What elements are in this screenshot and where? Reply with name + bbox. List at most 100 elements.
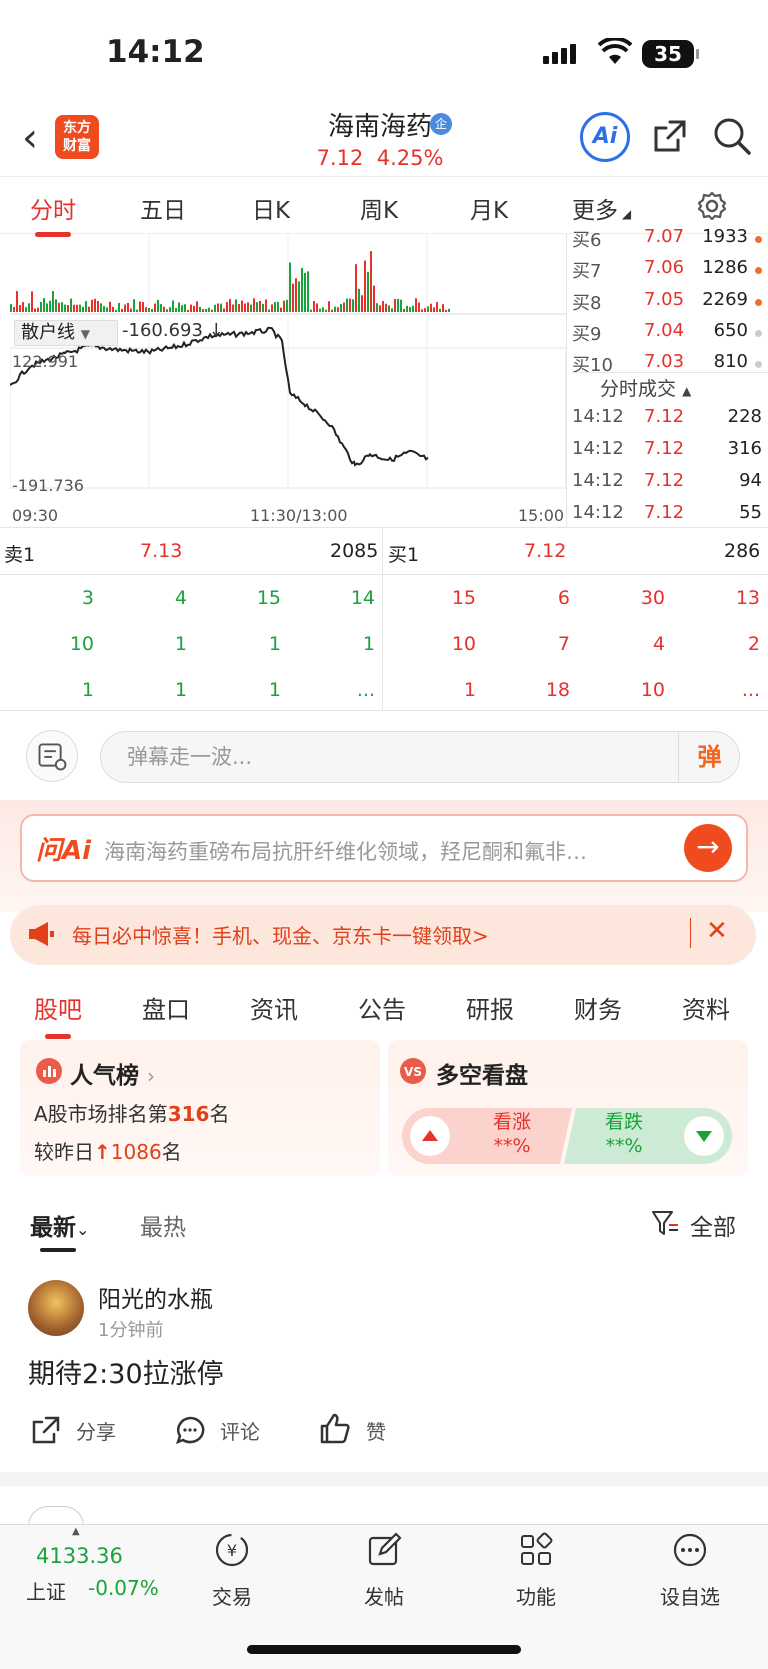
ask1-label: 卖1 bbox=[4, 544, 36, 566]
volume-bar bbox=[151, 309, 153, 312]
popularity-title[interactable]: 人气榜 › bbox=[70, 1056, 155, 1090]
volume-bar bbox=[241, 300, 243, 312]
danmu-settings-icon[interactable] bbox=[26, 730, 78, 782]
volume-bar bbox=[247, 302, 249, 312]
close-icon[interactable]: ✕ bbox=[706, 916, 728, 946]
filter-icon[interactable] bbox=[650, 1208, 680, 1238]
volume-bar bbox=[265, 299, 267, 312]
share-icon[interactable] bbox=[650, 116, 690, 156]
volume-bar bbox=[382, 301, 384, 312]
volume-bar bbox=[268, 309, 270, 312]
index-name[interactable]: 上证 bbox=[26, 1576, 66, 1605]
bull-label-group[interactable]: 看涨 **% bbox=[482, 1110, 542, 1158]
avatar[interactable] bbox=[28, 1280, 84, 1336]
indicator-selector[interactable]: 散户线 ▼ bbox=[14, 320, 118, 346]
volume-bar bbox=[319, 308, 321, 312]
tab-research[interactable]: 研报 bbox=[466, 990, 514, 1025]
queue-cell: 1 bbox=[268, 633, 281, 655]
search-icon[interactable] bbox=[712, 116, 752, 156]
tab-more[interactable]: 更多 ◢ bbox=[572, 191, 631, 225]
tab-daily-k[interactable]: 日K bbox=[252, 191, 290, 225]
volume-bar bbox=[316, 303, 318, 312]
feed-tab-hot[interactable]: 最热 bbox=[140, 1208, 186, 1242]
intraday-chart[interactable] bbox=[10, 234, 566, 524]
tick-row: 14:12 7.12 94 bbox=[572, 470, 762, 500]
yuan-exchange-icon: ¥ bbox=[215, 1533, 249, 1567]
queue-cell: 1 bbox=[362, 633, 375, 655]
feed-tab-latest[interactable]: 最新⌄ bbox=[30, 1208, 89, 1242]
volume-bar bbox=[13, 307, 15, 312]
volume-bar bbox=[364, 260, 366, 312]
volume-bar bbox=[253, 298, 255, 312]
volume-bars bbox=[10, 251, 450, 312]
volume-bar bbox=[412, 305, 414, 312]
ask1-volume: 2085 bbox=[330, 540, 379, 562]
tab-news[interactable]: 资讯 bbox=[250, 990, 298, 1025]
volume-bar bbox=[442, 304, 444, 312]
comment-button[interactable]: 评论 bbox=[220, 1416, 260, 1445]
eastmoney-logo[interactable]: 东方 财富 bbox=[55, 115, 99, 159]
tab-finance[interactable]: 财务 bbox=[574, 990, 622, 1025]
volume-bar bbox=[244, 303, 246, 312]
bid-dot bbox=[755, 299, 762, 306]
volume-bar bbox=[157, 299, 159, 312]
cellular-signal-icon bbox=[543, 44, 579, 64]
volume-bar bbox=[94, 298, 96, 312]
tab-monthly-k[interactable]: 月K bbox=[470, 191, 508, 225]
indicator-name: 散户线 bbox=[21, 322, 75, 343]
volume-bar bbox=[163, 306, 165, 312]
ask1-price: 7.13 bbox=[140, 540, 183, 562]
tab-pankou[interactable]: 盘口 bbox=[142, 990, 190, 1025]
bear-label-group[interactable]: 看跌 **% bbox=[594, 1110, 654, 1158]
bottom-tab-functions[interactable]: 功能 bbox=[486, 1530, 586, 1610]
wifi-icon bbox=[598, 38, 632, 64]
tab-weekly-k[interactable]: 周K bbox=[360, 191, 398, 225]
volume-bar bbox=[325, 309, 327, 312]
bottom-tab-trade[interactable]: ¥ 交易 bbox=[182, 1530, 282, 1610]
post-content[interactable]: 期待2:30拉涨停 bbox=[28, 1352, 224, 1391]
volume-bar bbox=[349, 298, 351, 312]
rank-value: 316 bbox=[167, 1102, 210, 1126]
gear-icon[interactable] bbox=[696, 190, 728, 222]
post-username[interactable]: 阳光的水瓶 bbox=[98, 1280, 213, 1314]
share-button[interactable]: 分享 bbox=[76, 1416, 116, 1445]
index-value[interactable]: 4133.36 bbox=[36, 1544, 123, 1568]
bid-level-6: 买6 7.07 1933 bbox=[572, 226, 762, 256]
danmu-toggle-button[interactable]: 弹 bbox=[678, 731, 740, 783]
tab-guba[interactable]: 股吧 bbox=[34, 990, 82, 1039]
time-end: 15:00 bbox=[518, 506, 565, 525]
tab-announcements[interactable]: 公告 bbox=[358, 990, 406, 1025]
volume-bar bbox=[154, 303, 156, 312]
comment-icon[interactable] bbox=[174, 1414, 206, 1446]
bottom-tab-post[interactable]: 发帖 bbox=[334, 1530, 434, 1610]
queue-cell: 3 bbox=[81, 587, 94, 609]
stock-name-text: 海南海药 bbox=[327, 112, 432, 142]
volume-bar bbox=[205, 309, 207, 312]
caret-up-icon[interactable]: ▲ bbox=[72, 1526, 80, 1537]
rank-prefix: A股市场排名第 bbox=[34, 1102, 168, 1126]
tab-five-day[interactable]: 五日 bbox=[140, 191, 186, 225]
tab-intraday[interactable]: 分时 bbox=[30, 191, 76, 237]
thumbs-up-icon[interactable] bbox=[318, 1412, 352, 1446]
queue-cell: 4 bbox=[652, 633, 665, 655]
ask-ai-question[interactable]: 海南海药重磅布局抗肝纤维化领域，羟尼酮和氟非… bbox=[104, 836, 674, 866]
volume-bar bbox=[391, 308, 393, 312]
promo-text[interactable]: 每日必中惊喜！手机、现金、京东卡一键领取> bbox=[72, 920, 489, 949]
volume-bar bbox=[400, 299, 402, 312]
ticks-title[interactable]: 分时成交 ▲ bbox=[600, 374, 691, 401]
volume-bar bbox=[76, 304, 78, 312]
danmu-input[interactable]: 弹幕走一波... bbox=[100, 731, 740, 783]
back-arrow-icon[interactable]: ‹ bbox=[22, 118, 38, 158]
volume-bar bbox=[193, 305, 195, 312]
ai-assistant-button[interactable]: Ai bbox=[580, 112, 630, 162]
bottom-tab-add-watchlist[interactable]: 设自选 bbox=[640, 1530, 740, 1610]
volume-bar bbox=[328, 301, 330, 312]
filter-all[interactable]: 全部 bbox=[690, 1208, 736, 1242]
index-change[interactable]: -0.07% bbox=[88, 1576, 159, 1600]
like-button[interactable]: 赞 bbox=[366, 1416, 386, 1445]
arrow-right-icon[interactable]: → bbox=[684, 824, 732, 872]
volume-bar bbox=[406, 305, 408, 312]
tab-profile[interactable]: 资料 bbox=[682, 990, 730, 1025]
share-icon[interactable] bbox=[30, 1414, 62, 1446]
volume-bar bbox=[274, 302, 276, 312]
